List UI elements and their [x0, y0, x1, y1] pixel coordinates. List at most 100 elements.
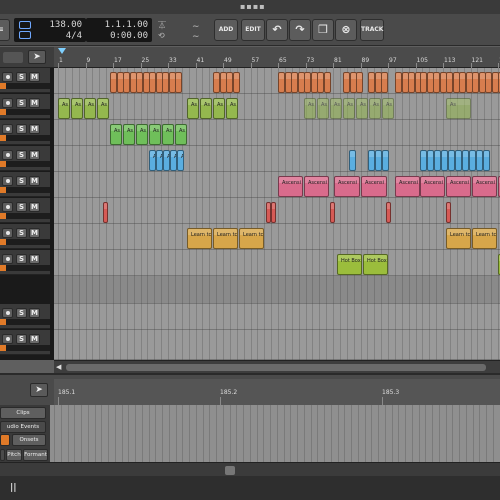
arranger-clip[interactable] — [485, 72, 492, 93]
arranger-clip[interactable]: As — [156, 150, 163, 171]
mute-button[interactable]: M — [29, 72, 40, 82]
track-header[interactable]: SM — [0, 146, 50, 171]
arranger-clip[interactable]: Learn tc — [213, 228, 238, 249]
track-lane[interactable] — [54, 330, 500, 360]
arranger-clip[interactable] — [469, 150, 476, 171]
arranger-clip[interactable]: As — [136, 124, 148, 145]
record-arm-button[interactable] — [2, 124, 13, 134]
track-volume-fader[interactable] — [0, 187, 50, 193]
mute-button[interactable]: M — [29, 98, 40, 108]
mute-button[interactable]: M — [29, 308, 40, 318]
arranger-clip[interactable]: As — [304, 98, 316, 119]
detail-editor-area[interactable] — [50, 405, 500, 462]
formant-button[interactable]: Formant — [23, 449, 48, 461]
arranger-clip[interactable] — [446, 72, 453, 93]
track-volume-fader[interactable] — [0, 109, 50, 115]
arranger-clip[interactable] — [271, 202, 276, 223]
arranger-clip[interactable] — [103, 202, 108, 223]
arranger-clip[interactable]: As — [330, 98, 342, 119]
arranger-clip[interactable] — [343, 72, 350, 93]
redo-button[interactable]: ↷ — [289, 19, 311, 41]
arranger-clip[interactable]: As — [123, 124, 135, 145]
arranger-clip[interactable]: As — [170, 150, 177, 171]
arranger-scroll-thumb[interactable] — [66, 364, 486, 371]
track-volume-fader[interactable] — [0, 239, 50, 245]
arranger-clip[interactable]: As — [382, 98, 394, 119]
track-header[interactable]: SM — [0, 120, 50, 145]
edit-button[interactable]: EDIT — [241, 19, 265, 41]
record-arm-button[interactable] — [2, 334, 13, 344]
arranger-clip[interactable]: As — [175, 124, 187, 145]
position-display[interactable]: 1.1.1.00 0:00.00 — [86, 18, 152, 42]
track-header[interactable]: SM — [0, 304, 50, 329]
arranger-clip[interactable]: As — [187, 98, 199, 119]
track-header[interactable]: SM — [0, 250, 50, 275]
arranger-clip[interactable]: Learn tc — [446, 228, 471, 249]
arranger-clip[interactable] — [395, 72, 402, 93]
track-header[interactable]: SM — [0, 330, 50, 355]
arranger-clip[interactable]: As — [226, 98, 238, 119]
arranger-clip[interactable] — [433, 72, 440, 93]
track-lane[interactable] — [54, 304, 500, 330]
onsets-button[interactable]: Onsets — [12, 434, 46, 446]
delete-button[interactable]: ⊗ — [335, 19, 357, 41]
track-header[interactable]: SM — [0, 224, 50, 249]
solo-button[interactable]: S — [16, 98, 27, 108]
arranger-clip[interactable]: Ascensi — [278, 176, 303, 197]
undo-button[interactable]: ↶ — [266, 19, 288, 41]
clips-tab[interactable]: Clips — [0, 407, 46, 419]
arranger-clip[interactable]: As — [163, 150, 170, 171]
detail-ruler[interactable]: 185.1 185.2 185.3 — [54, 379, 500, 405]
arranger-clip[interactable] — [291, 72, 298, 93]
arranger-clip[interactable]: As — [200, 98, 212, 119]
arranger-clip[interactable]: As — [97, 98, 109, 119]
arranger-clip[interactable] — [368, 150, 375, 171]
arranger-clip[interactable] — [317, 72, 324, 93]
arranger-clip[interactable]: As — [356, 98, 368, 119]
pointer-tool-icon[interactable]: ➤ — [28, 50, 46, 64]
arranger-clip[interactable]: Ascensi — [395, 176, 420, 197]
pitch-button[interactable]: Pitch — [6, 449, 22, 461]
arranger-clip[interactable] — [420, 72, 427, 93]
arranger-clip[interactable] — [368, 72, 375, 93]
arranger-clip[interactable]: As — [110, 124, 122, 145]
arranger-clip[interactable] — [382, 150, 389, 171]
arranger-clip[interactable]: As — [446, 98, 471, 119]
arranger-clip[interactable] — [136, 72, 143, 93]
mute-button[interactable]: M — [29, 228, 40, 238]
solo-button[interactable]: S — [16, 254, 27, 264]
arranger-clip[interactable] — [476, 150, 483, 171]
mute-button[interactable]: M — [29, 334, 40, 344]
arranger-clip[interactable] — [175, 72, 182, 93]
detail-scroll-thumb[interactable] — [225, 466, 235, 475]
record-arm-button[interactable] — [2, 254, 13, 264]
track-volume-fader[interactable] — [0, 213, 50, 219]
arranger-clip[interactable]: Ascensi — [420, 176, 445, 197]
arranger-clip[interactable]: As — [317, 98, 329, 119]
tempo-display[interactable]: 138.00 4/4 — [14, 18, 86, 42]
track-header-toggle[interactable] — [3, 52, 23, 63]
arranger-clip[interactable] — [278, 72, 285, 93]
track-header[interactable]: SM — [0, 68, 50, 93]
arranger-clip[interactable] — [408, 72, 415, 93]
arranger-clip[interactable] — [330, 202, 335, 223]
record-arm-button[interactable] — [2, 176, 13, 186]
arranger-clip[interactable] — [381, 72, 388, 93]
record-arm-button[interactable] — [2, 150, 13, 160]
solo-button[interactable]: S — [16, 72, 27, 82]
arranger-clip[interactable] — [420, 150, 427, 171]
arranger-clip[interactable] — [226, 72, 233, 93]
arranger-clip[interactable] — [427, 150, 434, 171]
timeline-ruler[interactable]: 191725334149576573818997105113121129 — [54, 47, 500, 68]
solo-button[interactable]: S — [16, 334, 27, 344]
mute-button[interactable]: M — [29, 150, 40, 160]
arranger-clip[interactable] — [459, 72, 466, 93]
arranger-clip[interactable] — [110, 72, 117, 93]
arranger-clip[interactable] — [162, 72, 169, 93]
arranger-clip[interactable] — [349, 150, 356, 171]
arranger-clip[interactable]: As — [177, 150, 184, 171]
record-mode-icon[interactable]: ⏄ ⟲ — [158, 20, 188, 42]
arranger-clip[interactable] — [446, 202, 451, 223]
arranger-clip[interactable] — [123, 72, 130, 93]
arranger-clip[interactable] — [483, 150, 490, 171]
